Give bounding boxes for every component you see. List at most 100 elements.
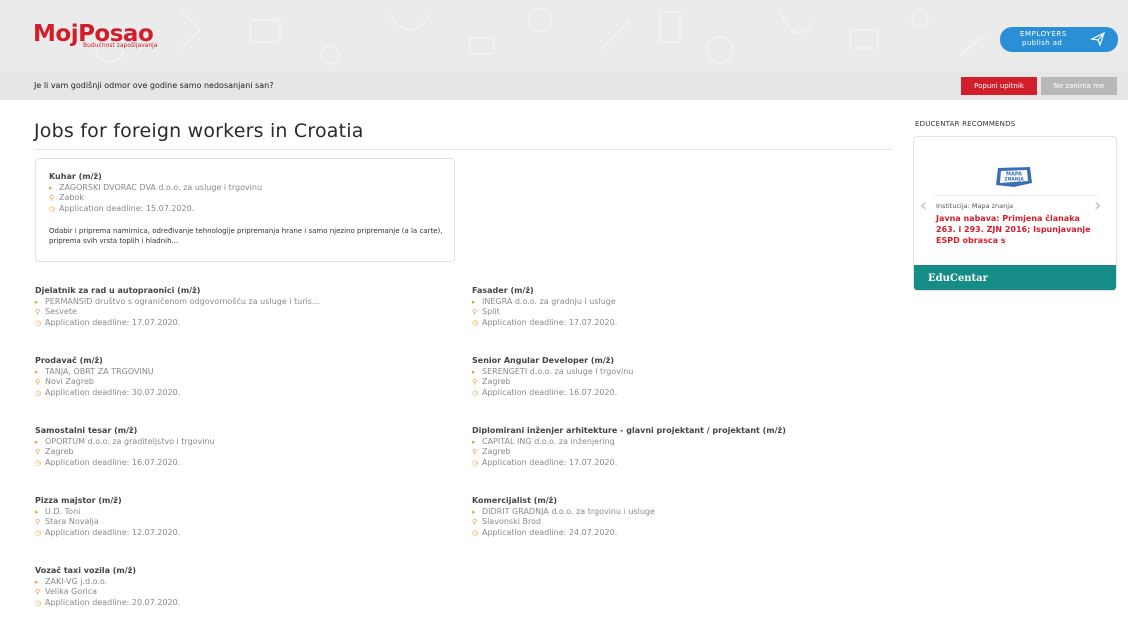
job-deadline: Application deadline: 24.07.2020. [482, 527, 618, 537]
job-deadline: Application deadline: 17.07.2020. [482, 317, 618, 327]
job-title[interactable]: Vozač taxi vozila (m/ž) [35, 566, 455, 577]
clock-icon: ◷ [472, 528, 479, 537]
job-location: Split [482, 307, 500, 317]
company-arrow-icon: ▸ [35, 297, 39, 306]
location-pin-icon: ⚲ [472, 448, 478, 457]
mapa-znanja-logo[interactable]: MAPA ZNANJA [994, 165, 1034, 189]
site-header: MojPosao Budućnost zapošljavanja [0, 0, 1128, 72]
job-title[interactable]: Diplomirani inženjer arhitekture - glavn… [472, 426, 892, 437]
job-location: Zagreb [45, 447, 74, 457]
page-title: Jobs for foreign workers in Croatia [34, 120, 364, 142]
company-arrow-icon: ▸ [35, 577, 39, 586]
job-deadline: Application deadline: 15.07.2020. [59, 203, 195, 213]
clock-icon: ◷ [472, 458, 479, 467]
clock-icon: ◷ [35, 598, 42, 607]
job-location: Zagreb [482, 447, 511, 457]
job-location: Novi Zagreb [45, 377, 94, 387]
dismiss-survey-button[interactable]: Ne zanima me [1041, 77, 1117, 95]
job-company: SERENGETI d.o.o. za usluge i trgovinu [482, 366, 634, 376]
company-arrow-icon: ▸ [472, 507, 476, 516]
job-item[interactable]: Komercijalist (m/ž) ▸ DIDRIT GRADNJA d.o.… [472, 496, 892, 538]
fill-survey-button[interactable]: Popuni upitnik [961, 77, 1037, 95]
job-deadline: Application deadline: 17.07.2020. [45, 317, 181, 327]
header-pattern [95, 8, 986, 65]
clock-icon: ◷ [35, 318, 42, 327]
job-location: Stara Novalja [45, 517, 99, 527]
job-title[interactable]: Fasader (m/ž) [472, 286, 892, 297]
survey-bar: Je li vam godišnji odmor ove godine samo… [0, 72, 1128, 100]
job-location: Sesvete [45, 307, 77, 317]
location-pin-icon: ⚲ [35, 378, 41, 387]
course-link[interactable]: Javna nabava: Primjena članaka 263. i 29… [936, 213, 1101, 246]
chevron-left-icon[interactable]: ‹ [920, 195, 927, 216]
company-arrow-icon: ▸ [35, 367, 39, 376]
site-logo[interactable]: MojPosao Budućnost zapošljavanja [33, 22, 158, 49]
location-pin-icon: ⚲ [35, 588, 41, 597]
educentar-footer[interactable]: EduCentar [914, 265, 1116, 290]
job-company: OPORTUM d.o.o. za graditeljstvo i trgovi… [45, 436, 215, 446]
clock-icon: ◷ [35, 458, 42, 467]
job-title[interactable]: Pizza majstor (m/ž) [35, 496, 455, 507]
job-company: PERMANSID društvo s ograničenom odgovorn… [45, 296, 320, 306]
job-company: U.D. Toni [45, 506, 81, 516]
job-item[interactable]: Senior Angular Developer (m/ž) ▸ SERENGET… [472, 356, 892, 398]
job-deadline: Application deadline: 12.07.2020. [45, 527, 181, 537]
job-company: DIDRIT GRADNJA d.o.o. za trgovinu i uslu… [482, 506, 655, 516]
job-description: Odabir i priprema namirnica, određivanje… [49, 227, 443, 245]
job-title[interactable]: Komercijalist (m/ž) [472, 496, 892, 507]
sidebar-heading: EDUCENTAR RECOMMENDS [915, 120, 1016, 128]
job-deadline: Application deadline: 30.07.2020. [45, 387, 181, 397]
company-arrow-icon: ▸ [49, 183, 53, 192]
survey-question: Je li vam godišnji odmor ove godine samo… [34, 81, 274, 90]
clock-icon: ◷ [35, 388, 42, 397]
location-pin-icon: ⚲ [35, 308, 41, 317]
clock-icon: ◷ [472, 388, 479, 397]
job-item[interactable]: Diplomirani inženjer arhitekture - glavn… [472, 426, 892, 468]
job-location: Velika Gorica [45, 587, 98, 597]
employers-publish-ad-button[interactable]: EMPLOYERS publish ad [1000, 27, 1118, 52]
featured-job-card[interactable]: Kuhar (m/ž) ▸ ZAGORSKI DVORAC DVA d.o.o. … [35, 158, 455, 262]
job-deadline: Application deadline: 17.07.2020. [482, 457, 618, 467]
featured-job[interactable]: Kuhar (m/ž) ▸ ZAGORSKI DVORAC DVA d.o.o. … [49, 172, 469, 214]
job-company: INEGRA d.o.o. za gradnju i usluge [482, 296, 616, 306]
job-title[interactable]: Prodavač (m/ž) [35, 356, 455, 367]
job-item[interactable]: Samostalni tesar (m/ž) ▸ OPORTUM d.o.o. z… [35, 426, 455, 468]
job-location: Zagreb [482, 377, 511, 387]
company-arrow-icon: ▸ [472, 367, 476, 376]
job-location: Slavonski Brod [482, 517, 542, 527]
job-deadline: Application deadline: 16.07.2020. [45, 457, 181, 467]
job-title[interactable]: Kuhar (m/ž) [49, 172, 469, 183]
company-arrow-icon: ▸ [35, 437, 39, 446]
job-title[interactable]: Samostalni tesar (m/ž) [35, 426, 455, 437]
job-company: CAPITAL ING d.o.o. za inženjering [482, 436, 615, 446]
card-divider [934, 195, 1098, 196]
job-item[interactable]: Fasader (m/ž) ▸ INEGRA d.o.o. za gradnju … [472, 286, 892, 328]
job-company: ZAGORSKI DVORAC DVA d.o.o. za usluge i t… [59, 182, 263, 192]
logo-tagline: Budućnost zapošljavanja [83, 42, 158, 49]
job-company: ZAKI-VG j.d.o.o. [45, 576, 108, 586]
company-arrow-icon: ▸ [472, 297, 476, 306]
location-pin-icon: ⚲ [472, 308, 478, 317]
location-pin-icon: ⚲ [35, 448, 41, 457]
location-pin-icon: ⚲ [49, 194, 55, 203]
job-title[interactable]: Djelatnik za rad u autopraonici (m/ž) [35, 286, 455, 297]
job-item[interactable]: Prodavač (m/ž) ▸ TANJA, OBRT ZA TRGOVINU … [35, 356, 455, 398]
title-divider [34, 149, 892, 150]
job-location: Zabok [59, 193, 84, 203]
job-item[interactable]: Vozač taxi vozila (m/ž) ▸ ZAKI-VG j.d.o.o… [35, 566, 455, 608]
location-pin-icon: ⚲ [472, 518, 478, 527]
job-deadline: Application deadline: 16.07.2020. [482, 387, 618, 397]
job-item[interactable]: Djelatnik za rad u autopraonici (m/ž) ▸ P… [35, 286, 455, 328]
job-company: TANJA, OBRT ZA TRGOVINU [45, 366, 154, 376]
educentar-card[interactable]: MAPA ZNANJA ‹ › Institucija: Mapa znanja… [913, 136, 1117, 291]
company-arrow-icon: ▸ [35, 507, 39, 516]
clock-icon: ◷ [35, 528, 42, 537]
location-pin-icon: ⚲ [35, 518, 41, 527]
clock-icon: ◷ [472, 318, 479, 327]
company-arrow-icon: ▸ [472, 437, 476, 446]
job-title[interactable]: Senior Angular Developer (m/ž) [472, 356, 892, 367]
institution-label: Institucija: Mapa znanja [936, 202, 1014, 210]
logo-line-2: ZNANJA [1004, 177, 1024, 183]
publish-ad-label: publish ad [1022, 39, 1063, 47]
job-item[interactable]: Pizza majstor (m/ž) ▸ U.D. Toni ⚲ Stara No… [35, 496, 455, 538]
